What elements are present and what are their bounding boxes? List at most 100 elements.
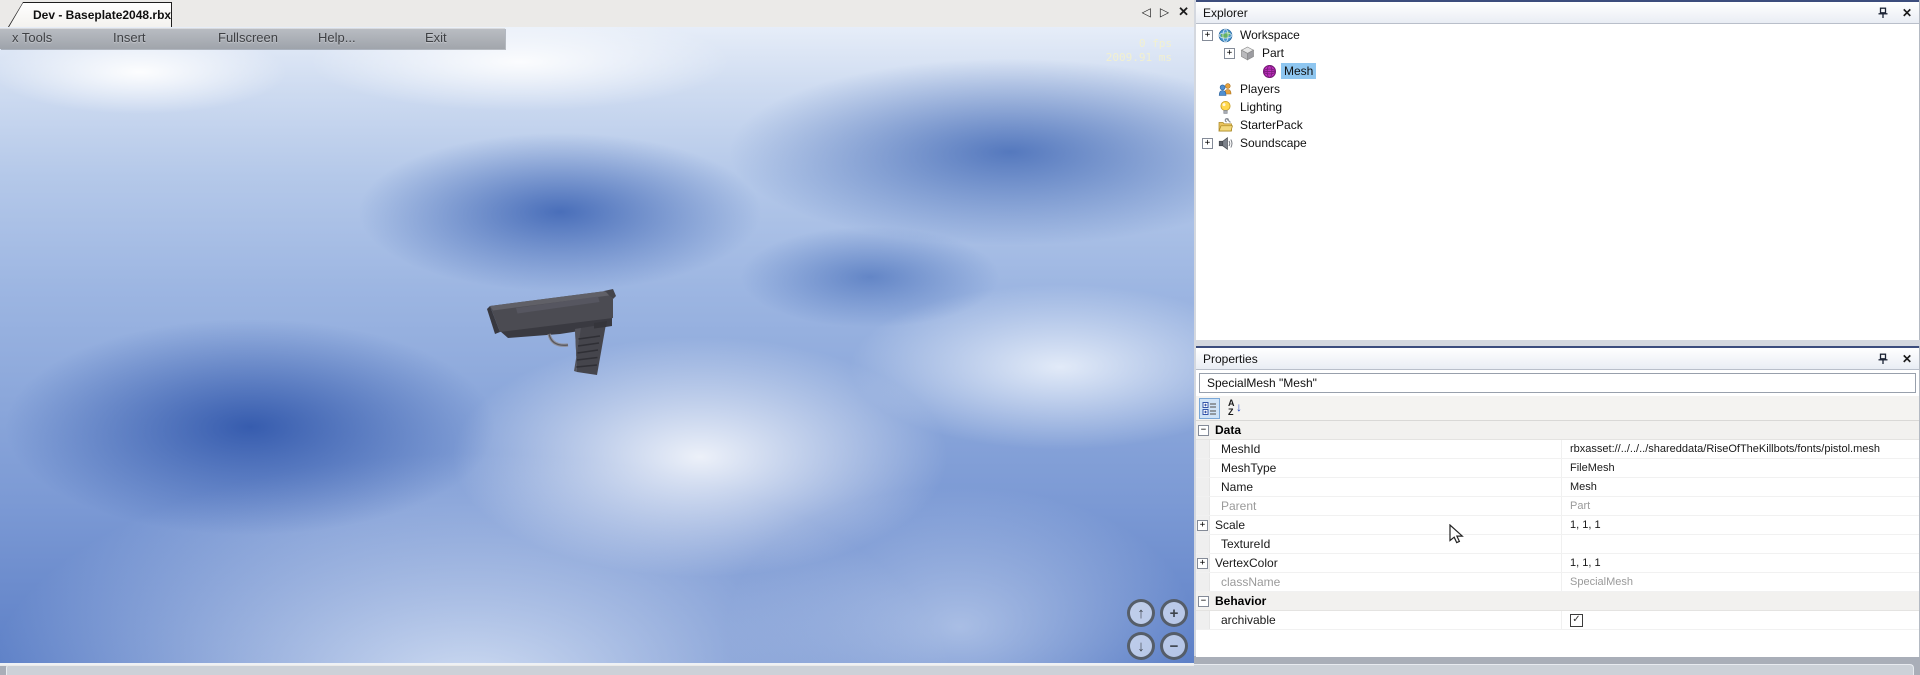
property-value[interactable]: 1, 1, 1 — [1561, 554, 1919, 572]
camera-up-button[interactable]: ↑ — [1127, 599, 1155, 627]
menu-item-help[interactable]: Help... — [318, 30, 356, 45]
lighting-icon — [1218, 100, 1233, 115]
property-row-meshtype: MeshType FileMesh — [1196, 459, 1919, 478]
tree-item-lighting[interactable]: Lighting — [1196, 98, 1919, 116]
property-row-meshid: MeshId rbxasset://../../../shareddata/Ri… — [1196, 440, 1919, 459]
game-menu-bar: x Tools Insert Fullscreen Help... Exit — [0, 28, 505, 49]
alphabetical-sort-button[interactable]: A Z ↓ — [1225, 398, 1246, 419]
property-value: SpecialMesh — [1561, 573, 1919, 591]
menu-item-insert[interactable]: Insert — [113, 30, 146, 45]
tab-scroll-right-icon[interactable]: ▷ — [1160, 4, 1169, 20]
menu-item-tools[interactable]: x Tools — [12, 30, 52, 45]
tree-item-label: StarterPack — [1237, 117, 1306, 133]
explorer-titlebar: Explorer ✕ — [1196, 0, 1919, 24]
section-row-data[interactable]: − Data — [1196, 421, 1919, 440]
property-name: archivable — [1210, 611, 1561, 629]
tree-item-label: Players — [1237, 81, 1283, 97]
properties-close-icon[interactable]: ✕ — [1902, 352, 1912, 366]
tree-item-starterpack[interactable]: StarterPack — [1196, 116, 1919, 134]
collapse-icon[interactable]: − — [1198, 596, 1209, 607]
property-value: Part — [1561, 497, 1919, 515]
property-row-archivable: archivable ✓ — [1196, 611, 1919, 630]
tree-item-workspace[interactable]: + Workspace — [1196, 26, 1919, 44]
expand-icon[interactable]: + — [1202, 138, 1213, 149]
property-value[interactable] — [1561, 535, 1919, 553]
document-tab-bar: Dev - Baseplate2048.rbxl ◁ ▷ ✕ — [0, 0, 1194, 27]
camera-down-button[interactable]: ↓ — [1127, 632, 1155, 660]
property-row-vertexcolor: + VertexColor 1, 1, 1 — [1196, 554, 1919, 573]
tree-item-soundscape[interactable]: + Soundscape — [1196, 134, 1919, 152]
tree-item-part[interactable]: + Part — [1196, 44, 1919, 62]
property-row-classname: className SpecialMesh — [1196, 573, 1919, 592]
properties-title: Properties — [1203, 352, 1258, 366]
az-sort-icon: A Z ↓ — [1225, 398, 1246, 419]
tree-item-label: Soundscape — [1237, 135, 1310, 151]
tab-scroll-left-icon[interactable]: ◁ — [1142, 4, 1151, 20]
tree-item-label: Workspace — [1237, 27, 1303, 43]
expand-icon[interactable]: + — [1224, 48, 1235, 59]
document-tab[interactable]: Dev - Baseplate2048.rbxl — [8, 2, 172, 27]
property-name: Scale — [1210, 516, 1561, 534]
properties-toolbar: A Z ↓ — [1196, 396, 1919, 421]
property-name: VertexColor — [1210, 554, 1561, 572]
players-icon — [1218, 82, 1233, 97]
tree-item-mesh[interactable]: Mesh — [1196, 62, 1919, 80]
property-row-name: Name Mesh — [1196, 478, 1919, 497]
document-tab-title: Dev - Baseplate2048.rbxl — [9, 3, 171, 27]
performance-stats: 0 fps 2009.91 ms — [1106, 37, 1172, 65]
document-pane: Dev - Baseplate2048.rbxl ◁ ▷ ✕ x Tools I… — [0, 0, 1194, 666]
tree-item-players[interactable]: Players — [1196, 80, 1919, 98]
workspace-globe-icon — [1218, 28, 1233, 43]
expand-icon[interactable]: + — [1197, 520, 1208, 531]
explorer-title: Explorer — [1203, 6, 1248, 20]
fps-counter: 0 fps — [1106, 37, 1172, 51]
mesh-icon — [1262, 64, 1277, 79]
section-label: Behavior — [1209, 592, 1266, 610]
dock-panel: Explorer ✕ + — [1196, 0, 1920, 657]
menu-item-fullscreen[interactable]: Fullscreen — [218, 30, 278, 45]
property-row-textureid: TextureId — [1196, 535, 1919, 554]
explorer-panel: Explorer ✕ + — [1196, 0, 1920, 340]
expand-icon[interactable]: + — [1202, 30, 1213, 41]
camera-nav-pad: ↑ + ↓ − — [1127, 599, 1188, 660]
categorized-view-icon — [1202, 401, 1217, 416]
property-value[interactable]: FileMesh — [1561, 459, 1919, 477]
pin-icon[interactable] — [1877, 353, 1889, 365]
part-icon — [1240, 46, 1255, 61]
pistol-mesh-object[interactable] — [486, 279, 626, 383]
frame-time-counter: 2009.91 ms — [1106, 51, 1172, 65]
app-window: Dev - Baseplate2048.rbxl ◁ ▷ ✕ x Tools I… — [0, 0, 1920, 675]
camera-zoom-in-button[interactable]: + — [1160, 599, 1188, 627]
categorized-view-button[interactable] — [1199, 398, 1220, 419]
property-name: MeshId — [1210, 440, 1561, 458]
section-label: Data — [1209, 421, 1241, 439]
selected-object-header: SpecialMesh "Mesh" — [1196, 370, 1919, 396]
tree-item-label-selected: Mesh — [1281, 63, 1316, 79]
pin-icon[interactable] — [1877, 7, 1889, 19]
property-name: TextureId — [1210, 535, 1561, 553]
camera-zoom-out-button[interactable]: − — [1160, 632, 1188, 660]
collapse-icon[interactable]: − — [1198, 425, 1209, 436]
section-row-behavior[interactable]: − Behavior — [1196, 592, 1919, 611]
expand-icon[interactable]: + — [1197, 558, 1208, 569]
property-name: Name — [1210, 478, 1561, 496]
tree-item-label: Part — [1259, 45, 1287, 61]
explorer-tree: + Workspace + Pa — [1196, 24, 1919, 340]
property-value[interactable]: Mesh — [1561, 478, 1919, 496]
selected-object-name[interactable]: SpecialMesh "Mesh" — [1199, 373, 1916, 393]
property-name: className — [1210, 573, 1561, 591]
starterpack-icon — [1218, 118, 1233, 133]
explorer-close-icon[interactable]: ✕ — [1902, 6, 1912, 20]
properties-panel: Properties ✕ SpecialMesh "Mesh" — [1196, 346, 1920, 657]
archivable-checkbox[interactable]: ✓ — [1570, 614, 1583, 627]
property-row-parent: Parent Part — [1196, 497, 1919, 516]
3d-viewport[interactable]: x Tools Insert Fullscreen Help... Exit 0… — [0, 27, 1194, 665]
tree-item-label: Lighting — [1237, 99, 1285, 115]
menu-item-exit[interactable]: Exit — [425, 30, 447, 45]
property-value[interactable]: rbxasset://../../../shareddata/RiseOfThe… — [1561, 440, 1919, 458]
property-row-scale: + Scale 1, 1, 1 — [1196, 516, 1919, 535]
property-value[interactable]: 1, 1, 1 — [1561, 516, 1919, 534]
property-name: MeshType — [1210, 459, 1561, 477]
tab-close-icon[interactable]: ✕ — [1178, 4, 1189, 20]
properties-grid: − Data MeshId rbxasset://../../../shared… — [1196, 421, 1919, 630]
